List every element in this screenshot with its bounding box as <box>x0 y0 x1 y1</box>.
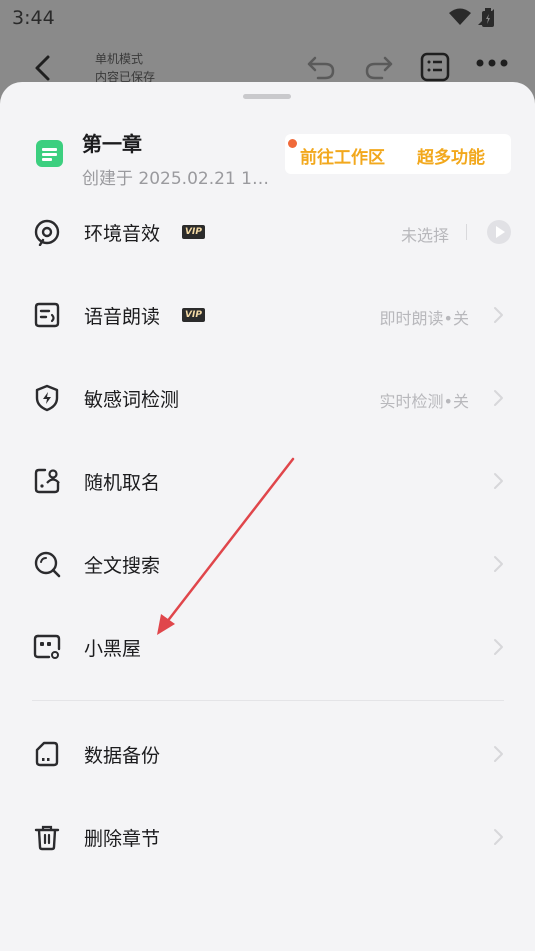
ambient-sound-icon <box>34 219 60 246</box>
document-icon <box>36 140 63 167</box>
menu-item-label: 敏感词检测 <box>84 389 180 411</box>
random-name-icon <box>34 468 60 494</box>
battery-icon <box>482 8 494 27</box>
trash-icon <box>34 825 60 851</box>
menu-item-delete-chapter[interactable]: 删除章节 <box>0 807 535 867</box>
promo-banner: 前往工作区 超多功能 <box>285 134 511 174</box>
chevron-right-icon <box>494 829 503 845</box>
chapter-title: 第一章 <box>82 132 142 156</box>
chapter-created-date: 创建于 2025.02.21 1… <box>82 169 269 189</box>
menu-item-value: 实时检测•关 <box>379 392 469 411</box>
chevron-right-icon <box>494 390 503 406</box>
go-to-workspace-link[interactable]: 前往工作区 <box>300 143 385 168</box>
menu-item-label: 小黑屋 <box>84 638 142 660</box>
menu-item-label: 随机取名 <box>84 472 161 494</box>
chevron-right-icon <box>494 746 503 762</box>
more-features-link[interactable]: 超多功能 <box>417 143 485 168</box>
menu-item-ambient-sound[interactable]: 环境音效 VIP 未选择 <box>0 202 535 262</box>
undo-icon[interactable] <box>306 54 336 80</box>
menu-item-sensitive-words[interactable]: 敏感词检测 实时检测•关 <box>0 368 535 428</box>
redo-icon[interactable] <box>364 54 394 80</box>
sheet-grabber[interactable] <box>243 94 291 99</box>
mode-label: 单机模式 <box>95 52 144 66</box>
vip-badge: VIP <box>182 308 205 322</box>
vip-badge: VIP <box>182 225 205 239</box>
read-aloud-icon <box>34 302 60 328</box>
chevron-right-icon <box>494 473 503 489</box>
chapter-options-sheet: 第一章 创建于 2025.02.21 1… 前往工作区 超多功能 环境音效 VI… <box>0 82 535 951</box>
separator <box>466 224 467 240</box>
editor-status: 单机模式 内容已保存 <box>95 50 155 86</box>
chevron-right-icon <box>494 556 503 572</box>
search-icon <box>34 551 61 578</box>
back-icon[interactable] <box>30 54 54 82</box>
sd-card-icon <box>35 741 59 767</box>
menu-item-label: 全文搜索 <box>84 555 161 577</box>
wifi-icon <box>449 8 471 25</box>
notification-dot <box>288 139 297 148</box>
menu-item-read-aloud[interactable]: 语音朗读 VIP 即时朗读•关 <box>0 285 535 345</box>
play-icon[interactable] <box>487 220 511 244</box>
outline-icon[interactable] <box>420 52 450 82</box>
menu-item-dark-room[interactable]: 小黑屋 <box>0 617 535 677</box>
chevron-right-icon <box>494 307 503 323</box>
menu-item-value: 未选择 <box>400 226 449 245</box>
menu-item-label: 环境音效 <box>84 223 161 245</box>
dark-room-icon <box>33 634 61 659</box>
menu-item-label: 数据备份 <box>84 745 161 767</box>
menu-item-label: 语音朗读 <box>84 306 161 328</box>
menu-item-value: 即时朗读•关 <box>379 309 469 328</box>
menu-item-random-name[interactable]: 随机取名 <box>0 451 535 511</box>
chevron-right-icon <box>494 639 503 655</box>
shield-lightning-icon <box>35 384 59 412</box>
section-divider <box>32 700 504 701</box>
status-time: 3:44 <box>12 7 55 29</box>
menu-item-full-text-search[interactable]: 全文搜索 <box>0 534 535 594</box>
menu-item-data-backup[interactable]: 数据备份 <box>0 724 535 784</box>
more-icon[interactable] <box>476 58 508 68</box>
menu-item-label: 删除章节 <box>84 828 161 850</box>
status-bar: 3:44 <box>0 0 535 36</box>
